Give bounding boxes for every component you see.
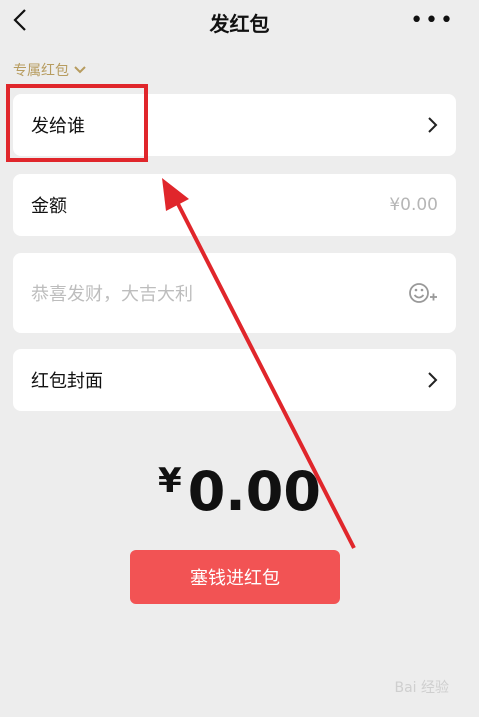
amount-input[interactable]: ¥0.00 bbox=[389, 195, 438, 215]
watermark: Bai 经验 bbox=[394, 680, 449, 696]
put-money-button[interactable]: 塞钱进红包 bbox=[130, 550, 340, 604]
more-options-icon[interactable]: ••• bbox=[410, 8, 455, 33]
chevron-right-icon bbox=[428, 372, 438, 388]
page-title: 发红包 bbox=[209, 12, 270, 36]
currency-symbol: ¥ bbox=[158, 461, 182, 501]
cover-row[interactable]: 红包封面 bbox=[13, 349, 456, 411]
tag-label: 专属红包 bbox=[13, 63, 69, 79]
total-amount: ¥0.00 bbox=[0, 460, 479, 523]
message-row[interactable]: 恭喜发财，大吉大利 bbox=[13, 253, 456, 333]
emoji-add-icon[interactable] bbox=[408, 280, 438, 306]
chevron-right-icon bbox=[428, 117, 438, 133]
total-value: 0.00 bbox=[187, 460, 321, 523]
cover-label: 红包封面 bbox=[31, 371, 103, 392]
exclusive-red-packet-dropdown[interactable]: 专属红包 bbox=[13, 60, 87, 80]
amount-label: 金额 bbox=[31, 196, 67, 217]
chevron-down-icon bbox=[74, 66, 86, 74]
message-input[interactable]: 恭喜发财，大吉大利 bbox=[31, 280, 408, 306]
amount-row[interactable]: 金额 ¥0.00 bbox=[13, 174, 456, 236]
top-nav: 发红包 ••• bbox=[0, 0, 479, 44]
highlight-box bbox=[6, 84, 148, 162]
